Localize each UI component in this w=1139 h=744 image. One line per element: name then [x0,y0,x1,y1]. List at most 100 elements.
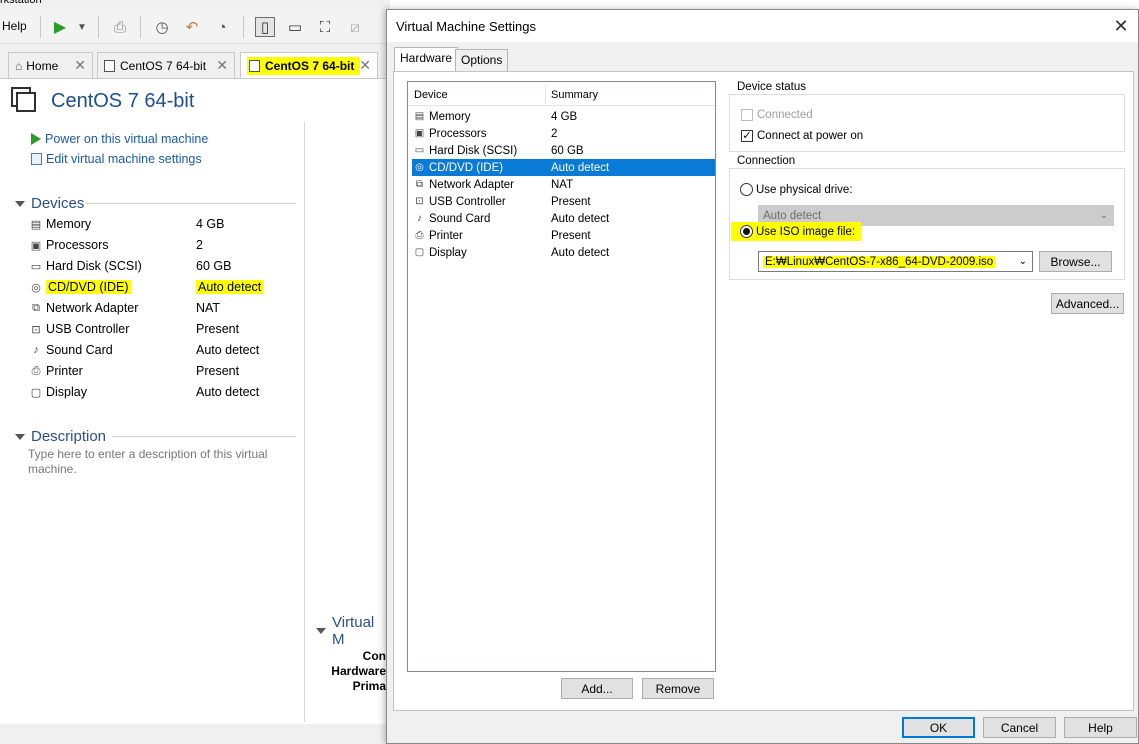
device-summary: Auto detect [551,246,610,259]
column-device[interactable]: Device [414,89,448,101]
dialog-title: Virtual Machine Settings [396,19,536,34]
close-icon[interactable]: ✕ [74,57,86,74]
power-dropdown-icon[interactable]: ▼ [72,17,92,37]
tab-label: CentOS 7 64-bit [265,58,355,73]
send-keys-icon[interactable]: ⎙ [110,17,130,37]
collapse-caret-icon [15,200,25,207]
hardware-panel: Device Summary ▤ Memory 4 GB ▣ Processors 2 ▭ H… [393,71,1134,711]
device-name: Printer [429,229,463,242]
sound-icon: ♪ [33,344,39,356]
device-name: Network Adapter [429,178,515,191]
connected-checkbox[interactable]: Connected [741,109,813,121]
tab-vm[interactable]: CentOS 7 64-bit ✕ [97,52,235,78]
device-row[interactable]: ⎙ Printer Present [28,361,298,381]
devices-heading[interactable]: Devices [15,195,84,212]
library-view-icon[interactable]: ▯ [255,17,275,37]
section-divider [112,436,296,437]
power-on-icon[interactable]: ▶ [50,17,70,37]
snapshot-icon[interactable]: ◷ [152,17,172,37]
device-name: CD/DVD (IDE) [46,280,131,294]
help-button[interactable]: Help [1064,717,1137,738]
tab-vm-active[interactable]: CentOS 7 64-bit ✕ [240,52,378,78]
browse-button[interactable]: Browse... [1039,251,1112,272]
tab-hardware[interactable]: Hardware [394,47,459,72]
device-row[interactable]: ◎ CD/DVD (IDE) Auto detect [412,159,715,176]
unity-icon[interactable]: ⧄ [345,17,365,37]
device-row[interactable]: ▤ Memory 4 GB [28,214,298,234]
cd-dvd-icon: ◎ [415,162,424,173]
power-on-link[interactable]: Power on this virtual machine [31,132,208,146]
device-row[interactable]: ⎙ Printer Present [412,227,715,244]
toolbar-separator [98,16,99,38]
menu-help[interactable]: Help [2,19,27,33]
device-row[interactable]: ▤ Memory 4 GB [412,108,715,125]
printer-icon: ⎙ [31,364,41,377]
connect-at-power-on-checkbox[interactable]: ✓ Connect at power on [741,130,863,142]
device-row[interactable]: ▣ Processors 2 [412,125,715,142]
device-row[interactable]: ⊡ USB Controller Present [28,319,298,339]
device-row[interactable]: ◎ CD/DVD (IDE) Auto detect [28,277,298,297]
device-row[interactable]: ♪ Sound Card Auto detect [28,340,298,360]
connected-label: Connected [757,109,813,121]
hard-disk-icon: ▭ [414,145,425,156]
close-icon[interactable]: ✕ [359,57,371,74]
vm-icon [249,59,260,72]
remove-button[interactable]: Remove [642,678,714,699]
device-name: Memory [46,217,92,231]
add-button[interactable]: Add... [561,678,633,699]
description-heading[interactable]: Description [15,428,106,445]
vm-details-heading[interactable]: Virtual M [316,614,390,648]
column-summary[interactable]: Summary [551,89,598,101]
device-row[interactable]: ▣ Processors 2 [28,235,298,255]
details-label: Prima [352,679,386,693]
device-row[interactable]: ⧉ Network Adapter NAT [28,298,298,318]
device-summary: Auto detect [196,385,260,399]
ok-button[interactable]: OK [902,717,975,738]
advanced-button[interactable]: Advanced... [1051,293,1124,314]
tab-home[interactable]: ⌂ Home ✕ [8,52,93,78]
hard-disk-icon: ▭ [30,260,42,273]
section-divider [86,203,296,204]
physical-drive-radio[interactable]: Use physical drive: [740,183,853,196]
checkbox-box [741,109,753,121]
device-name: Network Adapter [46,301,139,315]
iso-image-radio[interactable]: Use ISO image file: [731,222,862,241]
full-screen-icon[interactable]: ⛶ [315,17,335,37]
snapshot-manager-icon[interactable]: ◔ [212,17,232,37]
description-placeholder[interactable]: Type here to enter a description of this… [28,447,288,477]
device-row[interactable]: ♪ Sound Card Auto detect [412,210,715,227]
iso-path-input[interactable]: E:₩Linux₩CentOS-7-x86_64-DVD-2009.iso ⌄ [758,251,1033,272]
device-status-heading: Device status [735,81,809,93]
device-row[interactable]: ▭ Hard Disk (SCSI) 60 GB [412,142,715,159]
vm-icon [104,59,115,72]
device-summary: Auto detect [551,161,610,174]
device-summary: Auto detect [196,343,260,357]
memory-icon: ▤ [30,218,42,231]
cancel-button[interactable]: Cancel [983,717,1056,738]
collapse-caret-icon [316,628,326,634]
edit-settings-link[interactable]: Edit virtual machine settings [31,152,202,166]
device-row[interactable]: ▢ Display Auto detect [412,244,715,261]
console-view-icon[interactable]: ▭ [285,17,305,37]
close-icon[interactable]: ✕ [216,57,228,74]
device-list[interactable]: Device Summary ▤ Memory 4 GB ▣ Processors 2 ▭ H… [407,81,716,672]
tab-options[interactable]: Options [455,49,509,71]
chevron-down-icon[interactable]: ⌄ [1019,256,1027,267]
device-row[interactable]: ⊡ USB Controller Present [412,193,715,210]
checkmark-icon: ✓ [741,130,753,142]
physical-drive-label: Use physical drive: [756,183,853,196]
chevron-down-icon: ⌄ [1099,210,1108,221]
device-summary: 4 GB [196,217,225,231]
device-name: Hard Disk (SCSI) [429,144,518,157]
radio-button [740,183,753,196]
device-row[interactable]: ⧉ Network Adapter NAT [412,176,715,193]
device-row[interactable]: ▢ Display Auto detect [28,382,298,402]
close-icon[interactable]: ✕ [1104,10,1138,42]
edit-settings-label: Edit virtual machine settings [46,152,202,166]
printer-icon: ⎙ [415,230,424,241]
revert-snapshot-icon[interactable]: ↶ [182,17,202,37]
device-row[interactable]: ▭ Hard Disk (SCSI) 60 GB [28,256,298,276]
device-name: Memory [429,110,471,123]
device-summary: Auto detect [196,280,264,294]
display-icon: ▢ [30,386,42,399]
